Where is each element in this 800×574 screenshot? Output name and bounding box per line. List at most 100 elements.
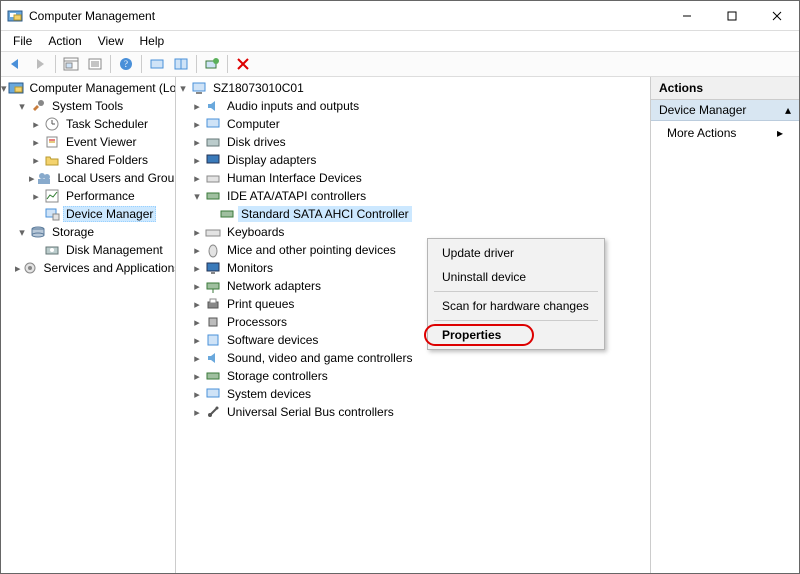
expander-icon[interactable]: ▸ bbox=[190, 135, 204, 149]
device-category-computer[interactable]: ▸Computer bbox=[176, 115, 650, 133]
expander-icon[interactable]: ▸ bbox=[190, 333, 204, 347]
computer-management-icon bbox=[8, 80, 24, 96]
tree-label: Performance bbox=[63, 188, 138, 204]
menu-file[interactable]: File bbox=[5, 32, 40, 50]
minimize-button[interactable] bbox=[664, 1, 709, 30]
expander-icon[interactable]: ▸ bbox=[29, 117, 43, 131]
expander-icon[interactable]: ▸ bbox=[190, 387, 204, 401]
tree-item-disk-management[interactable]: ▸Disk Management bbox=[1, 241, 175, 259]
device-label: IDE ATA/ATAPI controllers bbox=[224, 188, 369, 204]
menu-action[interactable]: Action bbox=[40, 32, 89, 50]
tree-item-task-scheduler[interactable]: ▸Task Scheduler bbox=[1, 115, 175, 133]
window: Computer Management File Action View Hel… bbox=[0, 0, 800, 574]
expander-icon[interactable]: ▾ bbox=[176, 81, 190, 95]
expander-icon[interactable]: ▸ bbox=[15, 261, 21, 275]
expander-icon[interactable]: ▸ bbox=[190, 153, 204, 167]
menu-view[interactable]: View bbox=[90, 32, 132, 50]
actions-section[interactable]: Device Manager ▴ bbox=[651, 100, 799, 121]
properties-toolbar-button[interactable] bbox=[84, 53, 106, 75]
ctx-uninstall-device[interactable]: Uninstall device bbox=[430, 265, 602, 289]
mouse-icon bbox=[205, 242, 221, 258]
expander-icon[interactable]: ▸ bbox=[190, 171, 204, 185]
monitor-icon bbox=[205, 260, 221, 276]
computer-icon bbox=[191, 80, 207, 96]
chevron-right-icon: ▸ bbox=[777, 126, 783, 140]
device-category-usb[interactable]: ▸Universal Serial Bus controllers bbox=[176, 403, 650, 421]
help-button[interactable]: ? bbox=[115, 53, 137, 75]
scan-hardware-button[interactable] bbox=[201, 53, 223, 75]
collapse-icon: ▴ bbox=[785, 103, 791, 117]
expander-icon[interactable]: ▸ bbox=[29, 153, 43, 167]
expander-icon[interactable]: ▾ bbox=[1, 81, 7, 95]
tree-item-system-tools[interactable]: ▾ System Tools bbox=[1, 97, 175, 115]
navigation-tree: ▾ Computer Management (Local) ▾ System T… bbox=[1, 77, 176, 573]
system-icon bbox=[205, 386, 221, 402]
actions-more-label: More Actions bbox=[667, 126, 736, 140]
actions-more[interactable]: More Actions ▸ bbox=[651, 121, 799, 145]
tree-item-services-apps[interactable]: ▸ Services and Applications bbox=[1, 259, 175, 277]
storage-icon bbox=[30, 224, 46, 240]
maximize-button[interactable] bbox=[709, 1, 754, 30]
expander-icon[interactable]: ▸ bbox=[190, 243, 204, 257]
expander-icon[interactable]: ▸ bbox=[190, 261, 204, 275]
device-manager-icon bbox=[44, 206, 60, 222]
expander-icon[interactable]: ▸ bbox=[190, 405, 204, 419]
event-icon bbox=[44, 134, 60, 150]
expander-icon[interactable]: ▸ bbox=[190, 369, 204, 383]
device-category-ide[interactable]: ▾ IDE ATA/ATAPI controllers bbox=[176, 187, 650, 205]
expander-icon[interactable]: ▸ bbox=[190, 99, 204, 113]
ctx-update-driver[interactable]: Update driver bbox=[430, 241, 602, 265]
expander-icon[interactable]: ▸ bbox=[29, 135, 43, 149]
actions-pane: Actions Device Manager ▴ More Actions ▸ bbox=[651, 77, 799, 573]
forward-button[interactable] bbox=[29, 53, 51, 75]
device-category-sound[interactable]: ▸Sound, video and game controllers bbox=[176, 349, 650, 367]
tree-item-performance[interactable]: ▸ Performance bbox=[1, 187, 175, 205]
menu-help[interactable]: Help bbox=[132, 32, 173, 50]
device-category-system[interactable]: ▸System devices bbox=[176, 385, 650, 403]
tree-label: Storage bbox=[49, 224, 97, 240]
device-label: Processors bbox=[224, 314, 290, 330]
device-category-storage-controllers[interactable]: ▸Storage controllers bbox=[176, 367, 650, 385]
device-root[interactable]: ▾ SZ18073010C01 bbox=[176, 79, 650, 97]
view-devices-by-connection-button[interactable] bbox=[170, 53, 192, 75]
expander-icon[interactable]: ▸ bbox=[190, 315, 204, 329]
device-category-disk-drives[interactable]: ▸Disk drives bbox=[176, 133, 650, 151]
expander-icon[interactable]: ▾ bbox=[190, 189, 204, 203]
toolbar: ? bbox=[1, 51, 799, 77]
expander-icon[interactable]: ▸ bbox=[190, 225, 204, 239]
device-label: Audio inputs and outputs bbox=[224, 98, 362, 114]
expander-icon[interactable]: ▸ bbox=[29, 189, 43, 203]
performance-icon bbox=[44, 188, 60, 204]
tree-item-local-users[interactable]: ▸Local Users and Groups bbox=[1, 169, 175, 187]
expander-icon[interactable]: ▸ bbox=[190, 279, 204, 293]
device-label: Network adapters bbox=[224, 278, 324, 294]
device-label: Keyboards bbox=[224, 224, 287, 240]
expander-icon[interactable]: ▸ bbox=[29, 171, 35, 185]
tree-item-event-viewer[interactable]: ▸Event Viewer bbox=[1, 133, 175, 151]
expander-icon[interactable]: ▾ bbox=[15, 225, 29, 239]
device-sata-controller[interactable]: ▸Standard SATA AHCI Controller bbox=[176, 205, 650, 223]
close-button[interactable] bbox=[754, 1, 799, 30]
device-category-audio[interactable]: ▸ Audio inputs and outputs bbox=[176, 97, 650, 115]
back-button[interactable] bbox=[5, 53, 27, 75]
tree-item-shared-folders[interactable]: ▸Shared Folders bbox=[1, 151, 175, 169]
tree-label: System Tools bbox=[49, 98, 126, 114]
tree-item-storage[interactable]: ▾ Storage bbox=[1, 223, 175, 241]
expander-icon[interactable]: ▸ bbox=[190, 297, 204, 311]
device-category-hid[interactable]: ▸Human Interface Devices bbox=[176, 169, 650, 187]
uninstall-toolbar-button[interactable] bbox=[232, 53, 254, 75]
expander-icon[interactable]: ▸ bbox=[190, 351, 204, 365]
controller-icon bbox=[205, 188, 221, 204]
expander-icon[interactable]: ▾ bbox=[15, 99, 29, 113]
view-devices-by-type-button[interactable] bbox=[146, 53, 168, 75]
expander-icon[interactable]: ▸ bbox=[190, 117, 204, 131]
device-category-display[interactable]: ▸Display adapters bbox=[176, 151, 650, 169]
printer-icon bbox=[205, 296, 221, 312]
disk-icon bbox=[205, 134, 221, 150]
tree-item-device-manager[interactable]: ▸Device Manager bbox=[1, 205, 175, 223]
ctx-scan-hardware[interactable]: Scan for hardware changes bbox=[430, 294, 602, 318]
tree-item-root[interactable]: ▾ Computer Management (Local) bbox=[1, 79, 175, 97]
ctx-properties[interactable]: Properties bbox=[430, 323, 602, 347]
services-icon bbox=[22, 260, 38, 276]
show-hide-tree-button[interactable] bbox=[60, 53, 82, 75]
